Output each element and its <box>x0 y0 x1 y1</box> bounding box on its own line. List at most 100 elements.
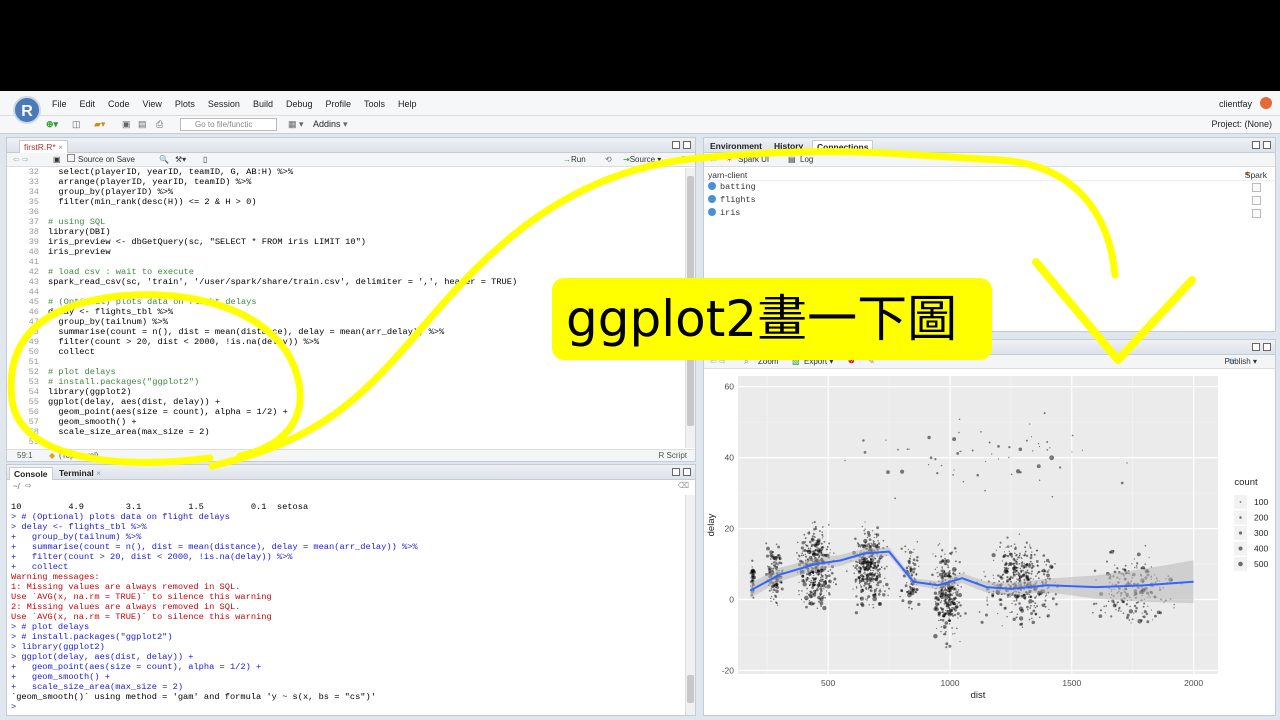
minimize-icon[interactable] <box>1252 141 1260 149</box>
code-area[interactable]: select(playerID, yearID, teamID, G, AB:H… <box>48 167 517 447</box>
tab-terminal[interactable]: Terminal × <box>55 467 105 480</box>
print-icon[interactable]: ⎙ <box>156 119 163 130</box>
code-line[interactable]: delay <- flights_tbl %>% <box>48 307 517 317</box>
grid-icon[interactable]: ▦ ▾ <box>288 119 304 130</box>
save-all-icon[interactable]: ▤ <box>138 119 147 130</box>
expand-icon[interactable] <box>708 208 716 216</box>
minimize-icon[interactable] <box>672 141 680 149</box>
clear-console-icon[interactable]: ⌫ <box>678 481 689 490</box>
working-dir[interactable]: ~/ <box>13 482 20 491</box>
maximize-icon[interactable] <box>1263 343 1271 351</box>
filetype-label[interactable]: R Script <box>659 450 687 461</box>
nav-arrows-icon[interactable]: ⇦ ⇨ <box>13 155 29 164</box>
save-icon[interactable]: ▣ <box>53 155 61 164</box>
scope-label[interactable]: (Top Level) <box>59 450 99 461</box>
publish-button[interactable]: Publish ▾ <box>1225 357 1258 366</box>
code-line[interactable] <box>48 357 517 367</box>
menu-debug[interactable]: Debug <box>286 99 313 109</box>
tab-environment[interactable]: Environment <box>706 140 766 153</box>
console-scrollbar[interactable] <box>685 495 695 715</box>
outline-icon[interactable]: ☰ <box>681 155 688 164</box>
close-icon[interactable]: × <box>58 142 63 152</box>
menu-code[interactable]: Code <box>108 99 130 109</box>
menu-build[interactable]: Build <box>253 99 273 109</box>
code-line[interactable]: library(ggplot2) <box>48 387 517 397</box>
open-folder-icon[interactable]: ▰▾ <box>94 119 105 130</box>
code-line[interactable]: select(playerID, yearID, teamID, G, AB:H… <box>48 167 517 177</box>
code-line[interactable]: # install.packages("ggplot2") <box>48 377 517 387</box>
goto-file-input[interactable]: Go to file/functic <box>180 118 277 131</box>
new-project-icon[interactable]: ◫ <box>72 119 81 130</box>
new-file-icon[interactable]: ⊕▾ <box>46 119 58 130</box>
tab-firstR[interactable]: firstR.R* × <box>19 140 68 153</box>
console-output[interactable]: 10 4.9 3.1 1.5 0.1 setosa > # (Optional) … <box>11 502 418 712</box>
maximize-icon[interactable] <box>683 468 691 476</box>
code-line[interactable]: iris_preview <- dbGetQuery(sc, "SELECT *… <box>48 237 517 247</box>
power-icon[interactable] <box>1260 97 1272 109</box>
code-line[interactable] <box>48 257 517 267</box>
addins-menu[interactable]: Addins <box>313 119 341 129</box>
source-button[interactable]: ⇥Source ▾ <box>623 155 661 164</box>
code-line[interactable] <box>48 287 517 297</box>
code-line[interactable]: collect <box>48 347 517 357</box>
code-line[interactable]: # using SQL <box>48 217 517 227</box>
close-icon[interactable]: × <box>96 468 101 478</box>
code-line[interactable]: library(DBI) <box>48 227 517 237</box>
menu-profile[interactable]: Profile <box>326 99 352 109</box>
code-line[interactable]: # load csv : wait to execute <box>48 267 517 277</box>
code-line[interactable]: geom_point(aes(size = count), alpha = 1/… <box>48 407 517 417</box>
spark-ui-button[interactable]: Spark UI <box>738 155 769 164</box>
menu-session[interactable]: Session <box>208 99 240 109</box>
table-item[interactable]: batting <box>708 182 1275 195</box>
tab-history[interactable]: History <box>770 140 807 153</box>
code-line[interactable]: spark_read_csv(sc, 'train', '/user/spark… <box>48 277 517 287</box>
tab-console[interactable]: Console <box>9 467 53 480</box>
expand-icon[interactable] <box>708 182 716 190</box>
preview-table-icon[interactable] <box>1252 196 1261 205</box>
menu-view[interactable]: View <box>143 99 162 109</box>
search-icon[interactable]: 🔍 <box>159 155 169 164</box>
code-line[interactable]: group_by(playerID) %>% <box>48 187 517 197</box>
menu-help[interactable]: Help <box>398 99 417 109</box>
table-item[interactable]: iris <box>708 208 1275 221</box>
data-point <box>956 584 959 587</box>
goto-dir-icon[interactable]: ⇨ <box>25 481 32 490</box>
source-on-save-checkbox[interactable] <box>67 154 75 162</box>
maximize-icon[interactable] <box>683 141 691 149</box>
table-item[interactable]: flights <box>708 195 1275 208</box>
code-line[interactable]: filter(min_rank(desc(H)) <= 2 & H > 0) <box>48 197 517 207</box>
back-icon[interactable]: ⇦ <box>710 155 717 164</box>
code-line[interactable]: # (Optional) plots data on flight delays <box>48 297 517 307</box>
project-menu[interactable]: Project: (None) <box>1211 119 1272 129</box>
code-line[interactable]: scale_size_area(max_size = 2) <box>48 427 517 437</box>
expand-icon[interactable] <box>708 195 716 203</box>
addins-chevron-icon[interactable]: ▾ <box>343 119 348 130</box>
compile-icon[interactable]: ▯ <box>203 155 207 164</box>
scroll-thumb[interactable] <box>687 675 694 703</box>
minimize-icon[interactable] <box>672 468 680 476</box>
preview-table-icon[interactable] <box>1252 183 1261 192</box>
code-line[interactable] <box>48 437 517 447</box>
code-line[interactable]: arrange(playerID, yearID, teamID) %>% <box>48 177 517 187</box>
menu-tools[interactable]: Tools <box>364 99 385 109</box>
log-button[interactable]: Log <box>800 155 813 164</box>
menu-plots[interactable]: Plots <box>175 99 195 109</box>
menu-edit[interactable]: Edit <box>80 99 96 109</box>
run-button[interactable]: →Run <box>563 155 586 164</box>
minimize-icon[interactable] <box>1252 343 1260 351</box>
code-line[interactable]: iris_preview <box>48 247 517 257</box>
maximize-icon[interactable] <box>1263 141 1271 149</box>
code-line[interactable] <box>48 207 517 217</box>
code-line[interactable]: ggplot(delay, aes(dist, delay)) + <box>48 397 517 407</box>
save-icon[interactable]: ▣ <box>122 119 131 130</box>
code-line[interactable]: summarise(count = n(), dist = mean(dista… <box>48 327 517 337</box>
code-line[interactable]: filter(count > 20, dist < 2000, !is.na(d… <box>48 337 517 347</box>
tab-connections[interactable]: Connections <box>812 140 874 153</box>
rerun-icon[interactable]: ⟲ <box>605 155 612 164</box>
code-line[interactable]: group_by(tailnum) %>% <box>48 317 517 327</box>
preview-table-icon[interactable] <box>1252 209 1261 218</box>
code-line[interactable]: # plot delays <box>48 367 517 377</box>
code-line[interactable]: geom_smooth() + <box>48 417 517 427</box>
wand-icon[interactable]: ⚒▾ <box>175 155 186 164</box>
menu-file[interactable]: File <box>52 99 67 109</box>
